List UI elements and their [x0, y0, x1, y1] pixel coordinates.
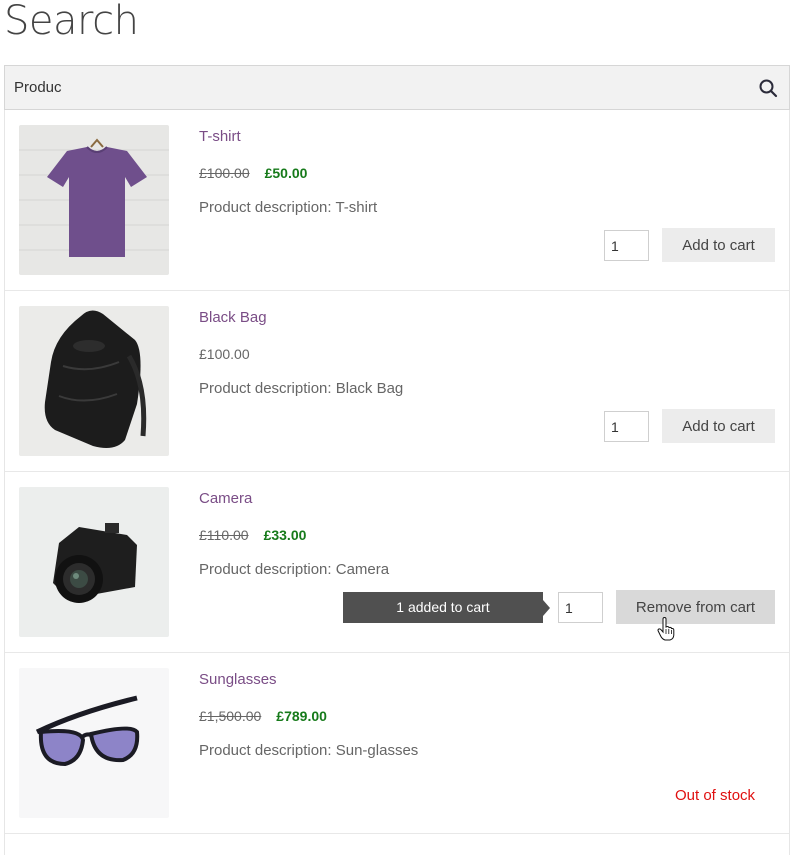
product-description: Product description: Sun-glasses	[199, 742, 419, 759]
product-title[interactable]: Black Bag	[199, 309, 267, 326]
search-icon[interactable]	[757, 77, 779, 99]
page-title: Search	[4, 0, 139, 44]
remove-from-cart-button[interactable]: Remove from cart	[616, 590, 775, 624]
quantity-input[interactable]	[604, 411, 649, 442]
product-price: £110.00 £33.00	[199, 527, 306, 543]
quantity-input[interactable]	[604, 230, 649, 261]
sale-price: £50.00	[264, 165, 308, 181]
hand-cursor-icon	[657, 617, 675, 641]
product-description: Product description: Black Bag	[199, 380, 404, 397]
product-price: £100.00	[199, 346, 250, 362]
product-title[interactable]: T-shirt	[199, 128, 241, 145]
out-of-stock-label: Out of stock	[675, 787, 756, 804]
product-description: Product description: T-shirt	[199, 199, 378, 216]
old-price: £100.00	[199, 165, 250, 181]
product-row-black-bag: Black Bag £100.00 Product description: B…	[5, 291, 789, 472]
product-price: £100.00 £50.00	[199, 165, 307, 181]
product-title[interactable]: Sunglasses	[199, 671, 277, 688]
product-row-sunglasses: Sunglasses £1,500.00 £789.00 Product desc…	[5, 653, 789, 834]
sunglasses-image[interactable]	[19, 668, 169, 818]
sale-price: £789.00	[276, 708, 327, 724]
product-title[interactable]: Camera	[199, 490, 252, 507]
search-bar	[4, 65, 790, 110]
search-input[interactable]	[5, 66, 745, 109]
sale-price: £33.00	[263, 527, 307, 543]
tshirt-image[interactable]	[19, 125, 169, 275]
product-price: £1,500.00 £789.00	[199, 708, 327, 724]
add-to-cart-button[interactable]: Add to cart	[662, 409, 775, 443]
old-price: £1,500.00	[199, 708, 262, 724]
product-row-tshirt: T-shirt £100.00 £50.00 Product descriptio…	[5, 110, 789, 291]
camera-image[interactable]	[19, 487, 169, 637]
product-list: T-shirt £100.00 £50.00 Product descriptio…	[4, 110, 790, 855]
quantity-input[interactable]	[558, 592, 603, 623]
regular-price: £100.00	[199, 346, 250, 362]
product-description: Product description: Camera	[199, 561, 390, 578]
black-bag-image[interactable]	[19, 306, 169, 456]
added-to-cart-notice: 1 added to cart	[343, 592, 550, 623]
old-price: £110.00	[199, 527, 249, 543]
add-to-cart-button[interactable]: Add to cart	[662, 228, 775, 262]
